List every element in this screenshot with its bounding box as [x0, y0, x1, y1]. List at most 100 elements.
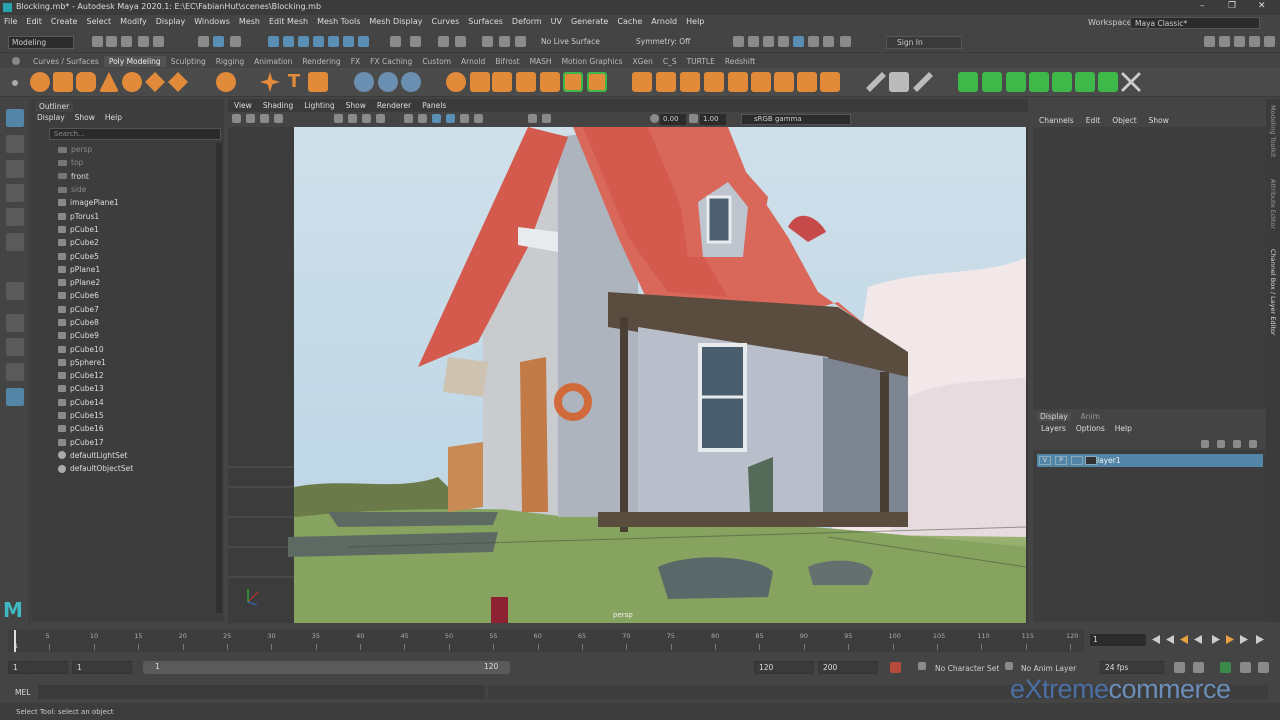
rotate-tool-icon[interactable]: [6, 208, 24, 226]
sound-icon[interactable]: [1193, 662, 1204, 673]
sign-in-dropdown[interactable]: Sign In: [886, 36, 962, 49]
outliner-item[interactable]: defaultObjectSet: [31, 462, 216, 475]
play-backwards-icon[interactable]: [1194, 635, 1202, 644]
arnold-ipr-icon[interactable]: [823, 36, 834, 47]
new-scene-icon[interactable]: [92, 36, 103, 47]
poly-cylinder-icon[interactable]: [76, 72, 96, 92]
uv-unfold-icon[interactable]: [1052, 72, 1072, 92]
make-hole-icon[interactable]: [751, 72, 771, 92]
outliner-item[interactable]: pCube9: [31, 329, 216, 342]
outliner-item[interactable]: side: [31, 183, 216, 196]
smooth-icon[interactable]: [378, 72, 398, 92]
outliner-item[interactable]: pCube6: [31, 289, 216, 302]
single-view-layout-icon[interactable]: [6, 314, 24, 332]
step-forward-key-icon[interactable]: [1240, 635, 1248, 644]
menu-modify[interactable]: Modify: [120, 17, 147, 26]
menu-surfaces[interactable]: Surfaces: [468, 17, 503, 26]
uv-planar-icon[interactable]: [958, 72, 978, 92]
undo-icon[interactable]: [138, 36, 149, 47]
range-bar[interactable]: 1 120: [143, 661, 510, 674]
anim-layer-icon[interactable]: [1005, 662, 1013, 670]
arnold-render-icon[interactable]: [808, 36, 819, 47]
menu-mesh[interactable]: Mesh: [239, 17, 260, 26]
go-to-end-icon[interactable]: [1256, 635, 1264, 644]
shelf-tab-curves-surfaces[interactable]: Curves / Surfaces: [28, 56, 104, 67]
fps-dropdown[interactable]: 24 fps: [1100, 661, 1164, 674]
snap-surface-icon[interactable]: [313, 36, 324, 47]
combine-icon[interactable]: [446, 72, 466, 92]
step-forward-frame-icon[interactable]: [1226, 635, 1234, 644]
render-current-icon[interactable]: [748, 36, 759, 47]
shelf-tab-bifrost[interactable]: Bifrost: [490, 56, 524, 67]
preferences-icon[interactable]: [1258, 662, 1269, 673]
viewport-menu-panels[interactable]: Panels: [422, 101, 446, 110]
outliner-item[interactable]: persp: [31, 143, 216, 156]
gamma-icon[interactable]: [689, 114, 698, 123]
two-view-layout-icon[interactable]: [6, 363, 24, 381]
bookmark-icon[interactable]: [260, 114, 269, 123]
character-set-dropdown[interactable]: No Character Set: [935, 664, 999, 673]
menu-help[interactable]: Help: [686, 17, 704, 26]
menu-select[interactable]: Select: [86, 17, 111, 26]
uv-cut-icon[interactable]: [1121, 72, 1141, 92]
shadows-icon[interactable]: [460, 114, 469, 123]
select-tool-icon[interactable]: [6, 109, 24, 127]
poly-sphere-icon[interactable]: [30, 72, 50, 92]
pause-ipr-icon[interactable]: [840, 36, 851, 47]
outliner-item[interactable]: pCube16: [31, 422, 216, 435]
outliner-item[interactable]: pCube12: [31, 369, 216, 382]
animation-start-field[interactable]: 1: [8, 661, 68, 674]
shelf-tab-arnold[interactable]: Arnold: [456, 56, 490, 67]
shelf-tab-redshift[interactable]: Redshift: [720, 56, 760, 67]
shelf-tab-fx-caching[interactable]: FX Caching: [365, 56, 417, 67]
textured-icon[interactable]: [432, 114, 441, 123]
outliner-item[interactable]: pCube14: [31, 396, 216, 409]
color-space-dropdown[interactable]: sRGB gamma: [741, 114, 851, 125]
lasso-tool-icon[interactable]: [6, 135, 24, 153]
cache-playback-icon[interactable]: [1240, 662, 1251, 673]
outliner-item[interactable]: pPlane2: [31, 276, 216, 289]
outliner-item[interactable]: defaultLightSet: [31, 449, 216, 462]
anim-layer-dropdown[interactable]: No Anim Layer: [1021, 664, 1076, 673]
move-layer-up-icon[interactable]: [1201, 440, 1209, 448]
step-back-key-icon[interactable]: [1166, 635, 1174, 644]
input-ops-icon[interactable]: [438, 36, 449, 47]
layer-row[interactable]: V P layer1: [1037, 454, 1263, 467]
wireframe-icon[interactable]: [404, 114, 413, 123]
gamma-field[interactable]: 1.00: [700, 114, 726, 125]
sculpt-icon[interactable]: [354, 72, 374, 92]
new-empty-layer-icon[interactable]: [1233, 440, 1241, 448]
shelf-tab-rendering[interactable]: Rendering: [297, 56, 345, 67]
shelf-tab-xgen[interactable]: XGen: [628, 56, 658, 67]
camera-select-icon[interactable]: [232, 114, 241, 123]
layer-menu-options[interactable]: Options: [1076, 424, 1105, 433]
animation-end-field[interactable]: 200: [818, 661, 878, 674]
menu-curves[interactable]: Curves: [431, 17, 459, 26]
bevel-icon[interactable]: [680, 72, 700, 92]
tab-anim[interactable]: Anim: [1081, 412, 1100, 421]
viewport-menu-renderer[interactable]: Renderer: [377, 101, 411, 110]
current-frame-field[interactable]: 1: [1090, 634, 1146, 646]
target-weld-icon[interactable]: [797, 72, 817, 92]
uv-cylindrical-icon[interactable]: [982, 72, 1002, 92]
live-surface-field[interactable]: No Live Surface: [541, 37, 600, 46]
shelf-tab-sculpting[interactable]: Sculpting: [166, 56, 211, 67]
outliner-layout-icon[interactable]: [6, 388, 24, 406]
fill-hole-icon[interactable]: [728, 72, 748, 92]
last-tool-icon[interactable]: [6, 282, 24, 300]
tool-settings-toggle-icon[interactable]: [1234, 36, 1245, 47]
go-to-start-icon[interactable]: [1152, 635, 1160, 644]
step-back-frame-icon[interactable]: [1180, 635, 1188, 644]
menu-edit-mesh[interactable]: Edit Mesh: [269, 17, 308, 26]
outliner-item[interactable]: pTorus1: [31, 209, 216, 222]
paint-select-tool-icon[interactable]: [6, 160, 24, 178]
time-slider-track[interactable]: 1 5 10 15 20 25 30 35 40 45 50 55 60 65 70 75 80 85 90 95 1…: [8, 630, 1084, 652]
smooth-mesh-icon[interactable]: [540, 72, 560, 92]
menu-create[interactable]: Create: [51, 17, 78, 26]
shelf-tab-c-s[interactable]: C_S: [658, 56, 682, 67]
multi-cut-icon[interactable]: [866, 72, 886, 92]
attribute-editor-tab[interactable]: Attribute Editor: [1269, 179, 1277, 229]
poly-plane-icon[interactable]: [145, 72, 165, 92]
poly-cube-icon[interactable]: [53, 72, 73, 92]
scale-tool-icon[interactable]: [6, 233, 24, 251]
